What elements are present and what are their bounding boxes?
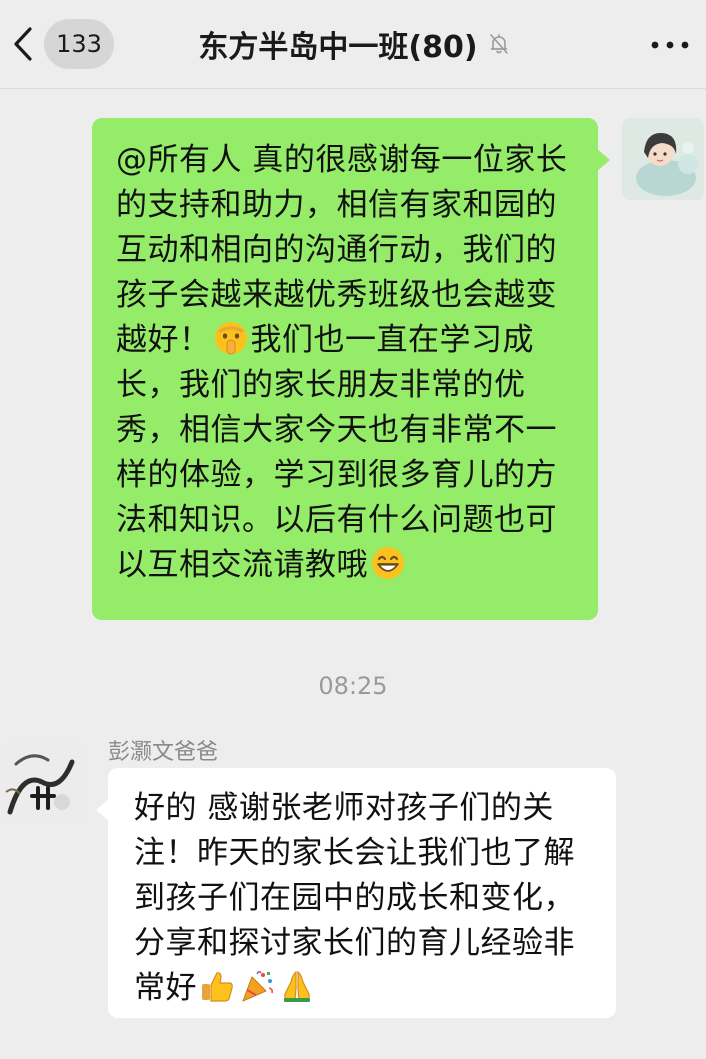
more-button[interactable] [648, 28, 692, 60]
bell-muted-icon [486, 31, 512, 57]
chat-header: 133 东方半岛中一班(80) [0, 0, 706, 89]
message-bubble-self[interactable]: @所有人 真的很感谢每一位家长的支持和助力，相信有家和园的互动和相向的沟通行动，… [92, 118, 610, 620]
self-avatar[interactable] [622, 118, 704, 200]
more-dots-icon [650, 35, 690, 54]
message-bubble-other[interactable]: 好的 感谢张老师对孩子们的关注！昨天的家长会让我们也了解到孩子们在园中的成长和变… [96, 768, 616, 1018]
sender-name: 彭灏文爸爸 [108, 740, 219, 765]
chevron-left-icon [8, 22, 38, 66]
unread-count-badge: 133 [44, 19, 114, 69]
sender-avatar[interactable] [2, 742, 84, 824]
message-timestamp: 08:25 [318, 672, 388, 700]
back-button[interactable]: 133 [8, 18, 128, 70]
chat-title: 东方半岛中一班(80) [198, 30, 478, 65]
message-text-continued: 我们也一直在学习成长，我们的家长朋友非常的优秀，相信大家今天也有非常不一样的体验… [116, 322, 557, 583]
grin-emoji-icon [370, 545, 406, 581]
chat-title-area: 东方半岛中一班(80) [150, 22, 560, 66]
party-popper-emoji-icon [239, 968, 275, 1004]
shush-emoji-icon [213, 320, 249, 356]
thumbs-up-emoji-icon [199, 968, 235, 1004]
folded-hands-emoji-icon [279, 968, 315, 1004]
